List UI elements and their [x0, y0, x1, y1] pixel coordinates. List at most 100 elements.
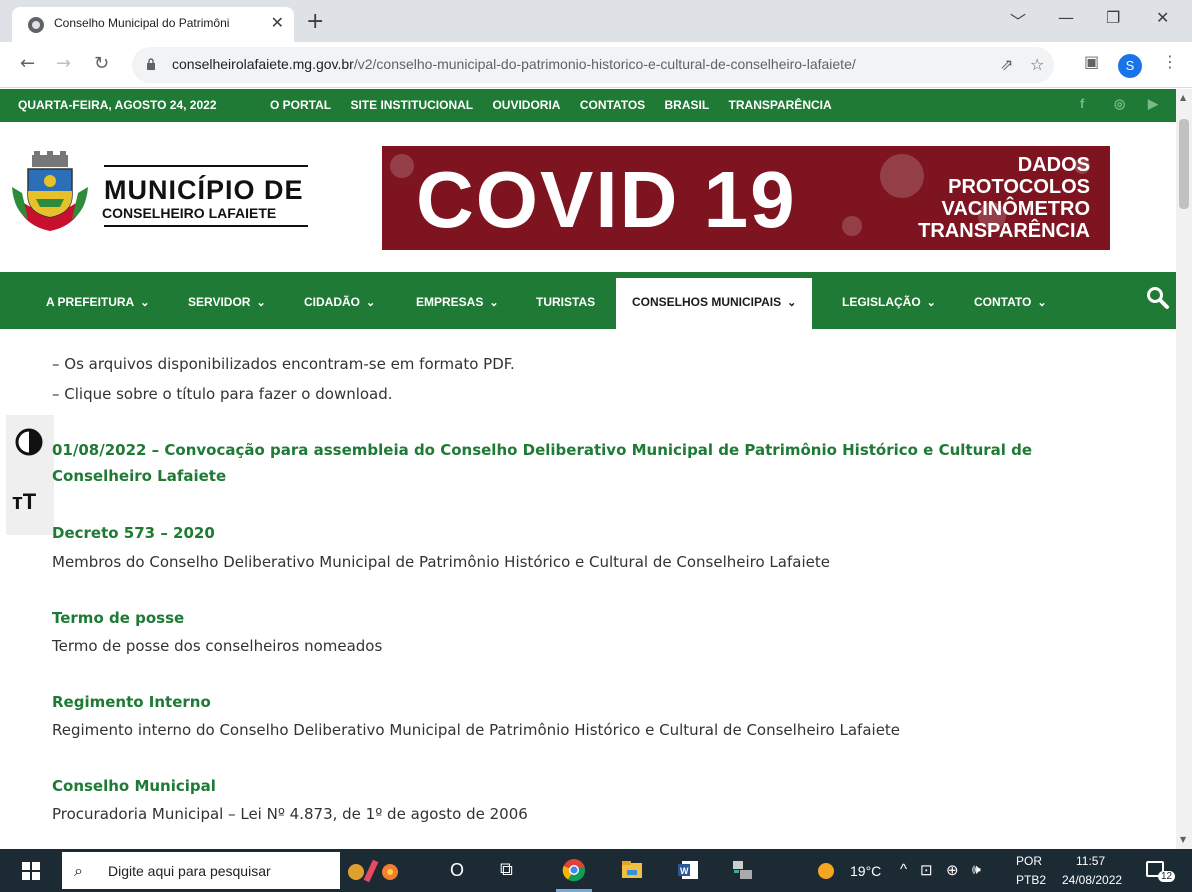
- clock-time[interactable]: 11:57: [1076, 854, 1105, 868]
- covid-links: DADOS PROTOCOLOS VACINÔMETRO TRANSPARÊNC…: [918, 154, 1090, 242]
- current-date: QUARTA-FEIRA, AGOSTO 24, 2022: [18, 98, 217, 112]
- weather-temp[interactable]: 19°C: [850, 863, 881, 879]
- task-view-icon[interactable]: ⧉: [500, 859, 513, 880]
- word-icon[interactable]: W: [676, 858, 700, 882]
- new-tab-button[interactable]: +: [306, 9, 324, 34]
- covid-dados[interactable]: DADOS: [918, 154, 1090, 176]
- scrollbar-thumb[interactable]: [1179, 119, 1189, 209]
- meet-now-icon[interactable]: ⊕: [946, 861, 959, 879]
- chevron-down-icon: ⌄: [256, 297, 266, 309]
- nav-servidor[interactable]: SERVIDOR ⌄: [188, 295, 266, 309]
- covid-headline: COVID 19: [416, 155, 797, 244]
- nav-label: CONTATO: [974, 295, 1032, 309]
- network-app-icon[interactable]: [730, 858, 754, 882]
- chrome-icon[interactable]: [562, 858, 586, 882]
- chevron-down-icon: ⌄: [1037, 297, 1047, 309]
- windows-taskbar: ⌕ Digite aqui para pesquisar O ⧉ W 19°C …: [0, 849, 1192, 892]
- doc-link-termo-posse[interactable]: Termo de posse: [52, 605, 184, 631]
- tab-close-icon[interactable]: ✕: [271, 13, 284, 32]
- nav-turistas[interactable]: TURISTAS: [536, 295, 595, 309]
- profile-avatar[interactable]: S: [1118, 54, 1142, 78]
- nav-label: TURISTAS: [536, 295, 596, 309]
- note-pdf-format: – Os arquivos disponibilizados encontram…: [52, 355, 515, 373]
- nav-legislacao[interactable]: LEGISLAÇÃO ⌄: [842, 295, 936, 309]
- chevron-down-icon: ⌄: [366, 297, 376, 309]
- search-icon: ⌕: [74, 861, 83, 880]
- page-scrollbar[interactable]: ▲ ▼: [1176, 89, 1192, 849]
- font-size-icon[interactable]: ᴛT: [12, 489, 36, 515]
- coat-of-arms-logo[interactable]: [10, 151, 90, 233]
- top-link-ouvidoria[interactable]: OUVIDORIA: [492, 98, 560, 112]
- forward-button[interactable]: →: [56, 53, 71, 74]
- chevron-down-icon: ⌄: [140, 297, 150, 309]
- nav-cidadao[interactable]: CIDADÃO ⌄: [304, 295, 375, 309]
- covid-protocolos[interactable]: PROTOCOLOS: [918, 176, 1090, 198]
- nav-label: CIDADÃO: [304, 295, 360, 309]
- tab-search-icon[interactable]: ﹀: [1010, 8, 1026, 32]
- share-icon[interactable]: ⇗: [1000, 55, 1013, 74]
- window-close-button[interactable]: ✕: [1156, 8, 1169, 27]
- news-widget-icon[interactable]: [346, 858, 402, 882]
- top-link-site-institucional[interactable]: SITE INSTITUCIONAL: [350, 98, 473, 112]
- tray-overflow-icon[interactable]: ^: [900, 861, 907, 878]
- url-path: /v2/conselho-municipal-do-patrimonio-his…: [353, 56, 856, 72]
- featured-convocation-link[interactable]: 01/08/2022 – Convocação para assembleia …: [52, 437, 1132, 489]
- logo-rule-top: [104, 165, 308, 167]
- contrast-icon[interactable]: [14, 427, 44, 457]
- top-link-portal[interactable]: O PORTAL: [270, 98, 331, 112]
- scroll-down-icon[interactable]: ▼: [1180, 835, 1186, 844]
- top-link-transparencia[interactable]: TRANSPARÊNCIA: [729, 98, 832, 112]
- keyboard-layout[interactable]: PTB2: [1016, 873, 1046, 887]
- covid-vacinometro[interactable]: VACINÔMETRO: [918, 198, 1090, 220]
- volume-icon[interactable]: 🕪: [972, 861, 981, 878]
- tab-title: Conselho Municipal do Patrimôni: [54, 16, 230, 30]
- instagram-icon[interactable]: ◎: [1114, 96, 1125, 112]
- taskbar-search[interactable]: ⌕ Digite aqui para pesquisar: [62, 852, 340, 889]
- top-link-contatos[interactable]: CONTATOS: [580, 98, 645, 112]
- doc-desc-conselho-municipal: Procuradoria Municipal – Lei Nº 4.873, d…: [52, 805, 528, 823]
- main-navigation: A PREFEITURA ⌄ SERVIDOR ⌄ CIDADÃO ⌄ EMPRESA…: [0, 272, 1176, 329]
- browser-tab-strip: Conselho Municipal do Patrimôni ✕ + ﹀ — …: [0, 0, 1192, 42]
- taskbar-search-placeholder: Digite aqui para pesquisar: [108, 863, 271, 879]
- covid-banner[interactable]: COVID 19 DADOS PROTOCOLOS VACINÔMETRO TR…: [382, 146, 1110, 250]
- network-icon[interactable]: ⊡: [920, 861, 933, 879]
- url-text: conselheirolafaiete.mg.gov.br/v2/conselh…: [172, 56, 856, 72]
- lock-icon: [147, 58, 155, 70]
- nav-a-prefeitura[interactable]: A PREFEITURA ⌄: [46, 295, 149, 309]
- clock-date[interactable]: 24/08/2022: [1062, 873, 1122, 887]
- scroll-up-icon[interactable]: ▲: [1180, 93, 1186, 102]
- browser-menu-icon[interactable]: ⋮: [1162, 52, 1178, 71]
- url-domain: conselheirolafaiete.mg.gov.br: [172, 56, 354, 72]
- minimize-button[interactable]: —: [1058, 8, 1074, 27]
- address-bar[interactable]: conselheirolafaiete.mg.gov.br/v2/conselh…: [132, 47, 1054, 83]
- nav-empresas[interactable]: EMPRESAS ⌄: [416, 295, 499, 309]
- logo-subtitle: CONSELHEIRO LAFAIETE: [102, 205, 277, 221]
- page-viewport: QUARTA-FEIRA, AGOSTO 24, 2022 O PORTAL S…: [0, 89, 1176, 849]
- cortana-icon[interactable]: O: [450, 860, 464, 881]
- file-explorer-icon[interactable]: [620, 858, 644, 882]
- logo-title: MUNICÍPIO DE: [104, 175, 304, 205]
- back-button[interactable]: ←: [20, 53, 35, 74]
- top-link-brasil[interactable]: BRASIL: [665, 98, 710, 112]
- windows-start-icon[interactable]: [22, 862, 40, 880]
- note-click-title: – Clique sobre o título para fazer o dow…: [52, 385, 393, 403]
- weather-icon[interactable]: [818, 863, 834, 879]
- browser-tab[interactable]: Conselho Municipal do Patrimôni ✕: [12, 7, 294, 42]
- reload-button[interactable]: ↻: [94, 53, 109, 74]
- top-links: O PORTAL SITE INSTITUCIONAL OUVIDORIA CO…: [270, 98, 848, 112]
- doc-link-conselho-municipal[interactable]: Conselho Municipal: [52, 773, 216, 799]
- search-icon[interactable]: [1146, 286, 1170, 310]
- doc-desc-termo-posse: Termo de posse dos conselheiros nomeados: [52, 637, 383, 655]
- youtube-icon[interactable]: ▶: [1148, 96, 1158, 112]
- facebook-icon[interactable]: f: [1080, 96, 1084, 111]
- doc-link-decreto[interactable]: Decreto 573 – 2020: [52, 520, 215, 546]
- nav-contato[interactable]: CONTATO ⌄: [974, 295, 1047, 309]
- input-language[interactable]: POR: [1016, 854, 1042, 868]
- doc-link-regimento[interactable]: Regimento Interno: [52, 689, 211, 715]
- nav-label: LEGISLAÇÃO: [842, 295, 921, 309]
- bookmark-star-icon[interactable]: ☆: [1030, 55, 1044, 74]
- nav-conselhos-municipais[interactable]: CONSELHOS MUNICIPAIS ⌄: [616, 278, 813, 329]
- covid-transparencia[interactable]: TRANSPARÊNCIA: [918, 220, 1090, 242]
- side-panel-icon[interactable]: ▣: [1084, 52, 1099, 71]
- restore-button[interactable]: ❐: [1106, 8, 1120, 27]
